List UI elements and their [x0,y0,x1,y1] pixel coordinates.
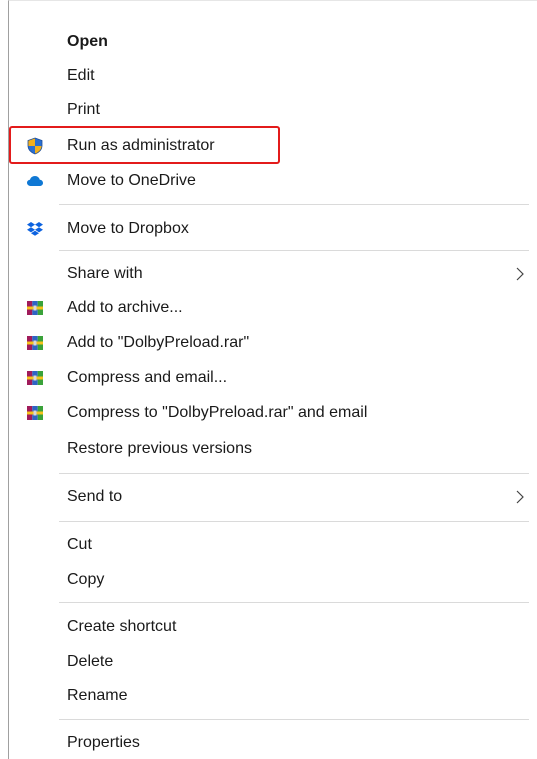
menu-separator [59,602,529,603]
menu-item-label: Cut [67,536,92,553]
menu-item-label: Add to archive... [67,299,183,316]
chevron-right-icon [515,490,525,504]
winrar-icon [26,404,44,422]
menu-item-add-to-archive[interactable]: Add to archive... [9,290,537,325]
menu-item-label: Print [67,101,100,118]
menu-separator [59,521,529,522]
menu-item-label: Move to Dropbox [67,220,189,237]
menu-item-edit[interactable]: Edit [9,58,537,93]
menu-item-print[interactable]: Print [9,92,537,127]
chevron-right-icon [515,267,525,281]
menu-item-label: Open [67,33,108,50]
menu-item-label: Compress and email... [67,369,228,386]
dropbox-icon [26,220,44,238]
menu-item-label: Create shortcut [67,618,177,635]
menu-item-label: Share with [67,265,143,282]
menu-separator [59,719,529,720]
menu-item-label: Edit [67,67,95,84]
winrar-icon [26,299,44,317]
menu-item-properties[interactable]: Properties [9,725,537,759]
winrar-icon [26,369,44,387]
menu-separator [59,473,529,474]
highlight-box [9,126,280,164]
menu-item-copy[interactable]: Copy [9,562,537,597]
menu-item-share-with[interactable]: Share with [9,256,537,291]
menu-item-send-to[interactable]: Send to [9,479,537,514]
menu-separator [59,204,529,205]
menu-item-compress-to-rar-and-email[interactable]: Compress to "DolbyPreload.rar" and email [9,395,537,430]
menu-item-move-to-dropbox[interactable]: Move to Dropbox [9,211,537,246]
menu-item-compress-and-email[interactable]: Compress and email... [9,360,537,395]
menu-item-label: Copy [67,571,105,588]
menu-item-open[interactable]: Open [9,24,537,59]
menu-item-rename[interactable]: Rename [9,678,537,713]
menu-item-label: Rename [67,687,128,704]
menu-separator [59,250,529,251]
menu-item-label: Properties [67,734,140,751]
menu-item-label: Add to "DolbyPreload.rar" [67,334,250,351]
menu-item-label: Restore previous versions [67,440,252,457]
menu-item-add-to-rar[interactable]: Add to "DolbyPreload.rar" [9,325,537,360]
menu-item-delete[interactable]: Delete [9,644,537,679]
onedrive-cloud-icon [26,172,44,190]
menu-item-move-to-onedrive[interactable]: Move to OneDrive [9,163,537,198]
winrar-icon [26,334,44,352]
menu-item-label: Move to OneDrive [67,172,196,189]
menu-item-restore-previous-versions[interactable]: Restore previous versions [9,431,537,466]
menu-item-label: Delete [67,653,114,670]
context-menu: Open Edit Print Run as administrator Mov… [8,0,537,759]
menu-item-create-shortcut[interactable]: Create shortcut [9,609,537,644]
menu-item-cut[interactable]: Cut [9,527,537,562]
menu-item-label: Send to [67,488,123,505]
menu-item-label: Compress to "DolbyPreload.rar" and email [67,404,368,421]
